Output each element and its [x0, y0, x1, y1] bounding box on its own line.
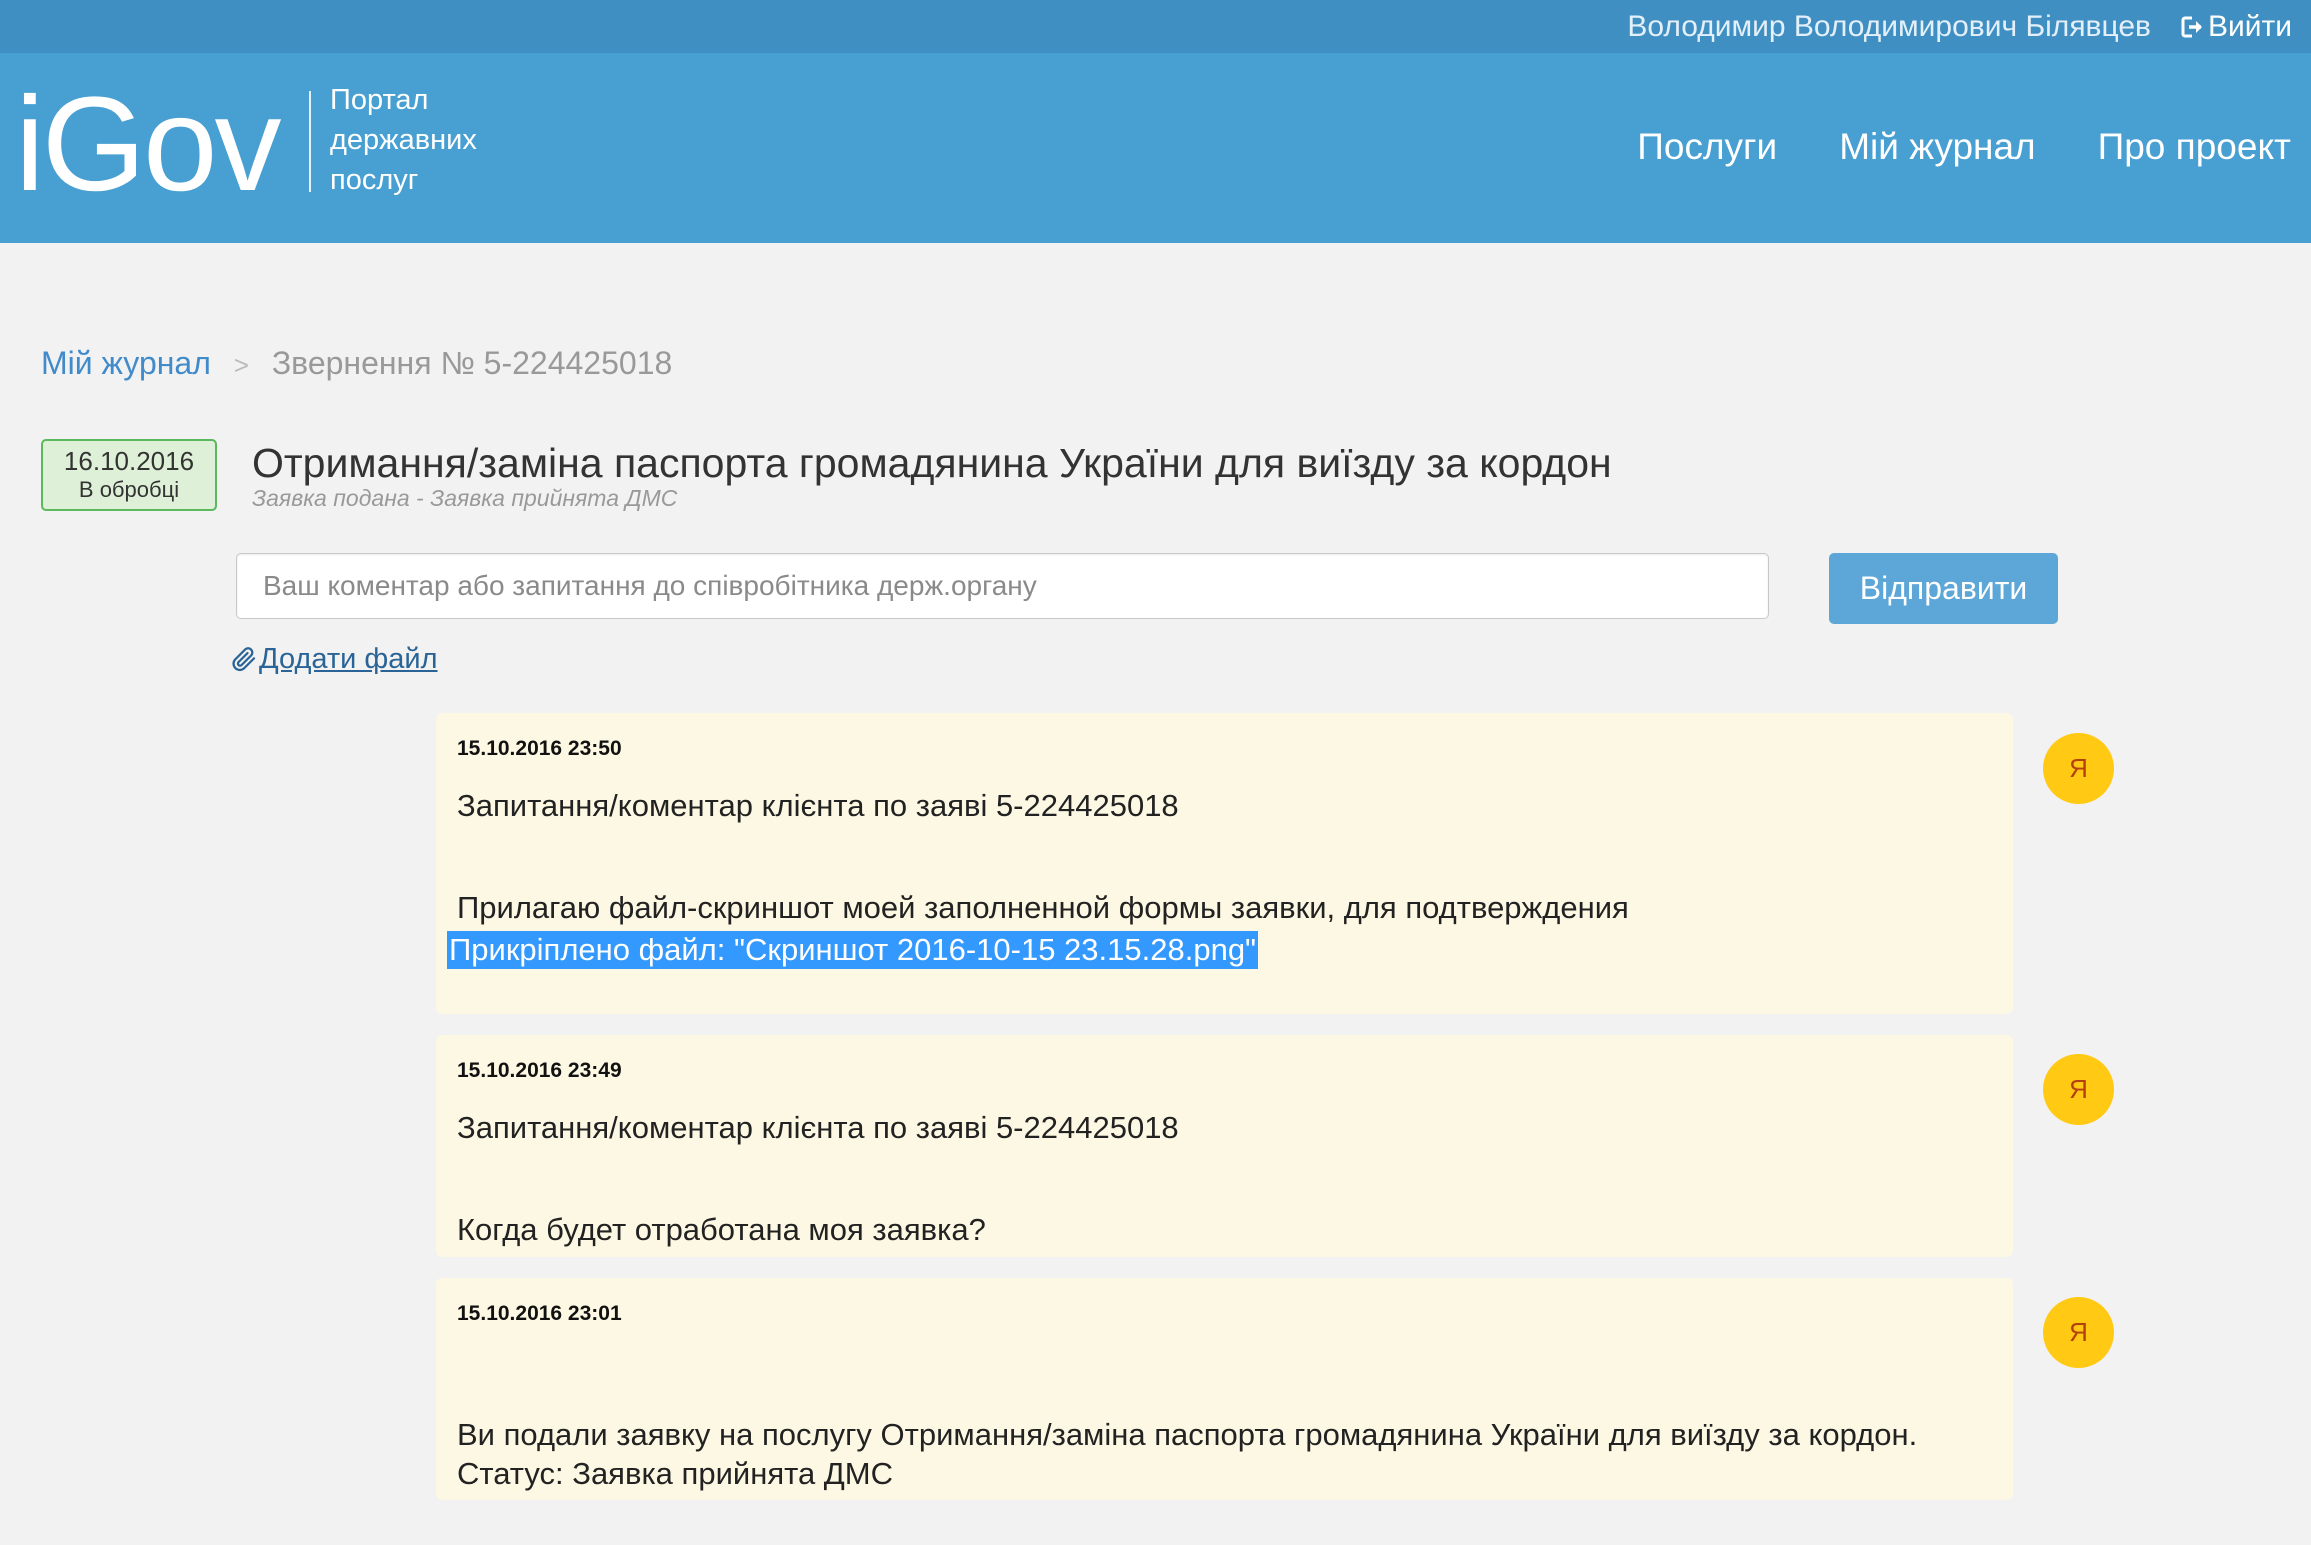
breadcrumb: Мій журнал > Звернення № 5-224425018: [41, 343, 672, 385]
breadcrumb-current: Звернення № 5-224425018: [271, 345, 673, 381]
top-user-bar: Володимир Володимирович Білявцев Вийти: [0, 0, 2311, 53]
author-avatar: Я: [2043, 733, 2114, 804]
igov-logo[interactable]: iGov: [15, 78, 282, 212]
message-card: 15.10.2016 23:01 Ви подали заявку на пос…: [436, 1278, 2013, 1500]
author-avatar: Я: [2043, 1054, 2114, 1125]
logo-divider: [309, 91, 311, 192]
message-date: 15.10.2016 23:49: [457, 1059, 622, 1082]
message-line: Когда будет отработана моя заявка?: [457, 1212, 986, 1247]
status-badge-date: 16.10.2016: [63, 446, 195, 476]
order-title: Отримання/заміна паспорта громадянина Ук…: [252, 440, 1612, 486]
message-body: Когда будет отработана моя заявка?: [457, 1210, 1992, 1250]
message-body: Прилагаю файл-скриншот моей заполненной …: [447, 888, 1992, 970]
send-button[interactable]: Відправити: [1829, 553, 2058, 624]
status-badge-label: В обробці: [78, 477, 180, 502]
breadcrumb-my-journal-link[interactable]: Мій журнал: [41, 345, 211, 381]
message-card: 15.10.2016 23:50 Запитання/коментар кліє…: [436, 713, 2013, 1014]
logout-icon: [2181, 14, 2205, 40]
message-line: Статус: Заявка прийнята ДМС: [457, 1456, 894, 1491]
message-line: Прилагаю файл-скриншот моей заполненной …: [457, 890, 1629, 925]
portal-tagline: Портал державних послуг: [330, 80, 477, 200]
user-menu: Володимир Володимирович Білявцев Вийти: [1627, 0, 2292, 53]
tagline-line: послуг: [330, 164, 419, 196]
nav-item-about[interactable]: Про проект: [2098, 123, 2291, 171]
tagline-line: державних: [330, 124, 477, 156]
message-date: 15.10.2016 23:01: [457, 1302, 622, 1325]
paperclip-icon: [229, 644, 259, 674]
add-file-link[interactable]: Додати файл: [229, 639, 438, 679]
message-title: Запитання/коментар клієнта по заяві 5-22…: [457, 788, 1179, 823]
order-subtitle: Заявка подана - Заявка прийнята ДМС: [252, 485, 678, 511]
site-header: iGov Портал державних послуг Послуги Мій…: [0, 53, 2311, 243]
comment-input[interactable]: [236, 553, 1769, 619]
message-card: 15.10.2016 23:49 Запитання/коментар кліє…: [436, 1035, 2013, 1257]
logout-button[interactable]: Вийти: [2181, 10, 2292, 44]
message-attachment: Прикріплено файл: "Скриншот 2016-10-15 2…: [447, 931, 1259, 969]
message-date: 15.10.2016 23:50: [457, 737, 622, 760]
main-nav: Послуги Мій журнал Про проект: [1637, 123, 2291, 171]
tagline-line: Портал: [330, 84, 429, 116]
author-avatar: Я: [2043, 1297, 2114, 1368]
add-file-label: Додати файл: [259, 643, 438, 675]
message-attachment-row: Прикріплено файл: "Скриншот 2016-10-15 2…: [447, 930, 1992, 970]
message-line: Ви подали заявку на послугу Отримання/за…: [457, 1417, 1918, 1452]
nav-item-services[interactable]: Послуги: [1637, 123, 1777, 171]
message-title: Запитання/коментар клієнта по заяві 5-22…: [457, 1110, 1179, 1145]
logout-label: Вийти: [2207, 9, 2292, 43]
nav-item-my-journal[interactable]: Мій журнал: [1839, 123, 2035, 171]
breadcrumb-separator: >: [233, 350, 249, 380]
message-body: Ви подали заявку на послугу Отримання/за…: [457, 1415, 1992, 1493]
user-name-link[interactable]: Володимир Володимирович Білявцев: [1627, 10, 2151, 44]
status-badge: 16.10.2016 В обробці: [41, 439, 217, 511]
